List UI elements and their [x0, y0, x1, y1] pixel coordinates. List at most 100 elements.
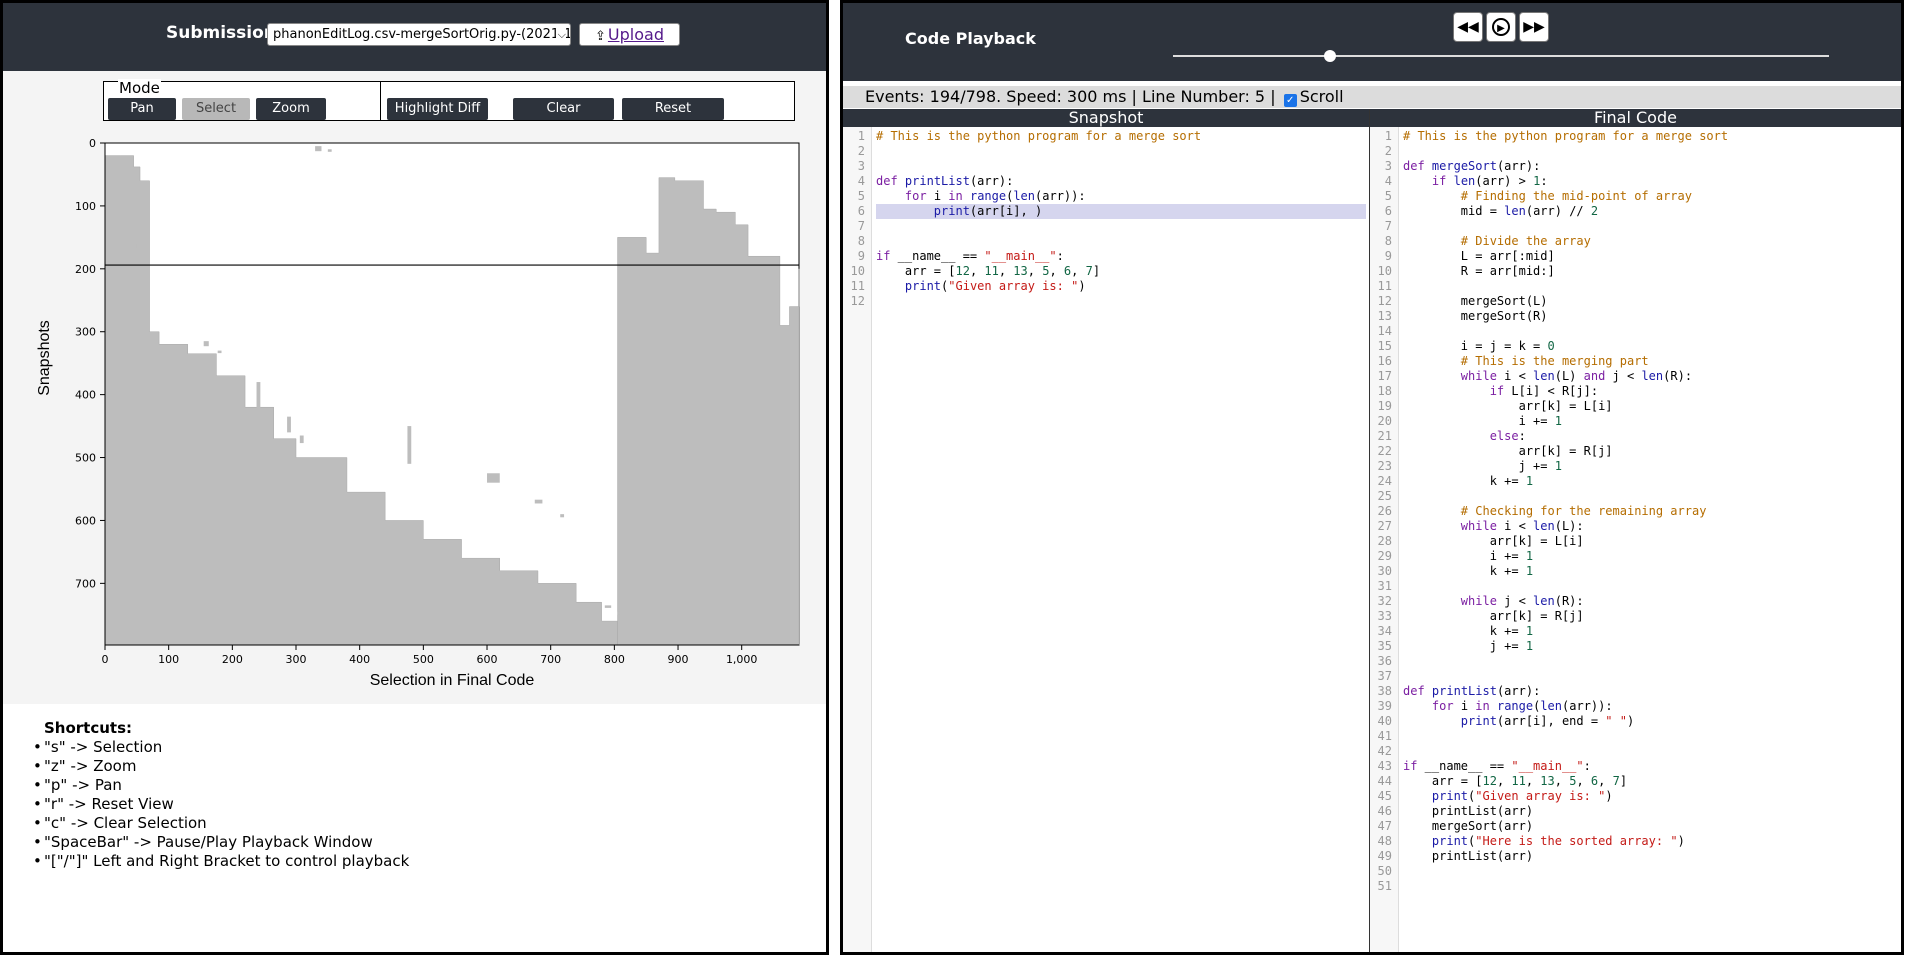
final-code[interactable]: 1 # This is the python program for a merg…: [1370, 127, 1901, 952]
line-number: 1: [1384, 129, 1392, 143]
play-button[interactable]: ▶: [1486, 12, 1516, 42]
code-line: 5 for i in range(len(arr)):: [843, 189, 1369, 204]
line-number: 2: [1384, 144, 1392, 158]
line-number: 33: [1377, 609, 1392, 623]
playback-bar: Code Playback ◀◀ ▶ ▶▶: [843, 3, 1901, 81]
zoom-button[interactable]: Zoom: [256, 98, 326, 120]
x-tick-label: 600: [477, 653, 498, 666]
code-text: arr[k] = R[j]: [1403, 444, 1613, 458]
x-tick-label: 100: [158, 653, 179, 666]
code-text: printList(arr): [1403, 849, 1534, 863]
snapshot-code[interactable]: 1 # This is the python program for a merg…: [843, 127, 1369, 952]
code-text: while i < len(L):: [1460, 519, 1584, 533]
shortcut-list: "s" -> Selection"z" -> Zoom"p" -> Pan"r"…: [33, 738, 409, 871]
code-line: 7: [843, 219, 1369, 234]
code-line: 35 j += 1: [1370, 639, 1901, 654]
rewind-button[interactable]: ◀◀: [1453, 12, 1483, 42]
chart-toolbar: Mode Pan Select Zoom Highlight Diff Clea…: [103, 79, 795, 121]
fast-forward-button[interactable]: ▶▶: [1519, 12, 1549, 42]
clear-button[interactable]: Clear: [513, 98, 614, 120]
scroll-label: Scroll: [1299, 87, 1344, 106]
code-text: while i < len(L) and j < len(R):: [1460, 369, 1693, 383]
line-number: 30: [1377, 564, 1392, 578]
code-text: print(arr[i], ): [876, 204, 1366, 219]
code-text: mid = len(arr) // 2: [1403, 204, 1599, 218]
toolbar-divider: [380, 82, 381, 120]
highlight-diff-button[interactable]: Highlight Diff: [387, 98, 488, 120]
x-tick-label: 300: [286, 653, 307, 666]
code-text: if __name__ == "__main__":: [876, 249, 1064, 263]
code-text: for i in range(len(arr)):: [904, 189, 1086, 203]
code-line: 5 # Finding the mid-point of array: [1370, 189, 1901, 204]
code-text: arr = [12, 11, 13, 5, 6, 7]: [1403, 774, 1628, 788]
snapshot-header: Snapshot: [843, 109, 1369, 127]
code-text: def mergeSort(arr):: [1403, 159, 1541, 173]
line-number: 29: [1377, 549, 1392, 563]
snapshot-chart[interactable]: 0 100 200 300 400 500 600 700 800 900 1,000 0 100 200…: [3, 131, 823, 701]
snapshot-blip: [407, 426, 412, 464]
line-number: 25: [1377, 489, 1392, 503]
pan-button[interactable]: Pan: [108, 98, 176, 120]
snapshot-blip: [604, 605, 612, 608]
code-line: 14: [1370, 324, 1901, 339]
code-text: mergeSort(L): [1403, 294, 1548, 308]
x-tick-label: 900: [668, 653, 689, 666]
x-axis-label: Selection in Final Code: [370, 672, 535, 689]
code-line: 44 arr = [12, 11, 13, 5, 6, 7]: [1370, 774, 1901, 789]
line-number: 6: [857, 204, 865, 218]
line-number: 6: [1384, 204, 1392, 218]
code-text: # This is the python program for a merge…: [876, 129, 1202, 143]
code-line: 43 if __name__ == "__main__":: [1370, 759, 1901, 774]
code-text: while j < len(R):: [1460, 594, 1584, 608]
code-line: 51: [1370, 879, 1901, 894]
code-text: R = arr[mid:]: [1403, 264, 1555, 278]
upload-button[interactable]: ⇪ Upload: [579, 23, 680, 46]
code-line: 25: [1370, 489, 1901, 504]
x-tick-label: 800: [604, 653, 625, 666]
line-number: 38: [1377, 684, 1392, 698]
code-text: i = j = k = 0: [1403, 339, 1555, 353]
code-line: 9 if __name__ == "__main__":: [843, 249, 1369, 264]
scroll-checkbox[interactable]: ✓: [1283, 94, 1297, 107]
code-text: print(arr[i], end = " "): [1460, 714, 1635, 728]
y-tick-label: 700: [75, 577, 96, 590]
code-text: if L[i] < R[j]:: [1489, 384, 1599, 398]
playback-slider[interactable]: [1173, 55, 1829, 57]
line-number: 16: [1377, 354, 1392, 368]
line-number: 7: [1384, 219, 1392, 233]
shortcut-item: "s" -> Selection: [33, 738, 409, 757]
snapshot-blip: [217, 350, 222, 354]
line-number: 20: [1377, 414, 1392, 428]
line-number: 13: [1377, 309, 1392, 323]
code-line: 1 # This is the python program for a merg…: [1370, 129, 1901, 144]
line-number: 49: [1377, 849, 1392, 863]
snapshot-blip: [299, 435, 304, 444]
code-line: 50: [1370, 864, 1901, 879]
code-line: 41: [1370, 729, 1901, 744]
code-line: 23 j += 1: [1370, 459, 1901, 474]
code-text: mergeSort(R): [1403, 309, 1548, 323]
code-line: 12: [843, 294, 1369, 309]
code-line: 6 print(arr[i], ): [843, 204, 1369, 219]
line-number: 36: [1377, 654, 1392, 668]
code-line: 3 def mergeSort(arr):: [1370, 159, 1901, 174]
code-line: 22 arr[k] = R[j]: [1370, 444, 1901, 459]
code-line: 3: [843, 159, 1369, 174]
status-text: Events: 194/798. Speed: 300 ms | Line Nu…: [865, 87, 1276, 106]
line-number: 51: [1377, 879, 1392, 893]
line-number: 42: [1377, 744, 1392, 758]
select-button[interactable]: Select: [182, 98, 250, 120]
code-text: if len(arr) > 1:: [1431, 174, 1548, 188]
submission-select[interactable]: phanonEditLog.csv-mergeSortOrig.py-(2021…: [267, 23, 571, 46]
line-number: 17: [1377, 369, 1392, 383]
y-tick-label: 600: [75, 514, 96, 527]
code-text: i += 1: [1403, 549, 1534, 563]
line-number: 15: [1377, 339, 1392, 353]
line-number: 31: [1377, 579, 1392, 593]
playback-slider-thumb[interactable]: [1324, 50, 1337, 62]
code-line: 28 arr[k] = L[i]: [1370, 534, 1901, 549]
code-text: # Finding the mid-point of array: [1460, 189, 1692, 203]
code-line: 46 printList(arr): [1370, 804, 1901, 819]
reset-button[interactable]: Reset: [622, 98, 724, 120]
shortcut-item: "r" -> Reset View: [33, 795, 409, 814]
